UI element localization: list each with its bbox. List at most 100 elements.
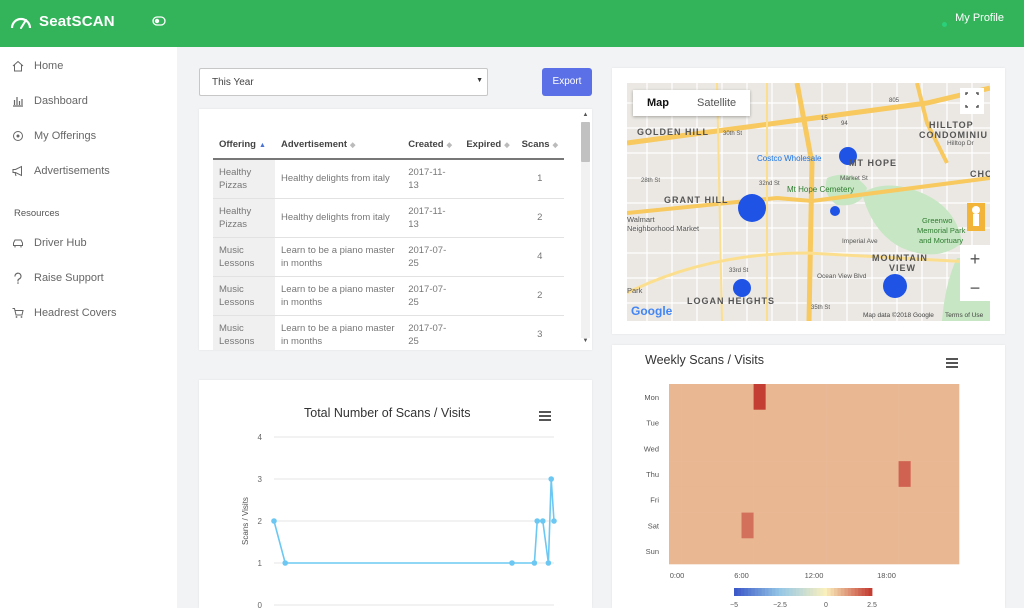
y-tick-label: Thu [646,470,659,479]
heatmap-cell [898,435,911,462]
heatmap-cell [729,435,742,462]
heatmap-cell [898,409,911,436]
heatmap-cell [789,512,803,539]
colorbar-segment [768,588,773,596]
heatmap-cell [814,384,827,411]
heatmap-cell [765,486,779,513]
data-point [534,518,540,524]
sidebar-toggle-icon[interactable] [152,16,166,26]
heatmap-cell [669,486,682,513]
colorbar-tick-label: 0 [824,602,828,608]
heatmap-cell [753,435,766,462]
heatmap-cell [838,409,851,436]
heatmap-cell [838,384,851,411]
colorbar-segment [740,588,745,596]
column-header-scans[interactable]: Scans ◆ [515,131,564,160]
colorbar-segment [806,588,811,596]
car-icon [13,239,23,248]
profile-link[interactable]: My Profile [955,12,1004,24]
colorbar-segment [847,588,852,596]
heatmap-cell [717,409,730,436]
fullscreen-button[interactable] [960,88,984,114]
heatmap-cell [801,384,815,411]
scroll-up-arrow-icon[interactable]: ▲ [581,112,590,118]
brand[interactable]: SeatSCAN [10,13,115,30]
zoom-out-button[interactable] [960,273,990,301]
chart-menu-icon[interactable] [946,358,958,368]
data-point [531,560,538,566]
heatmap-cell [681,435,694,462]
heatmap-cell [850,384,863,411]
cell-expired [460,198,516,238]
colorbar-segment [830,588,835,596]
heatmap-cell [826,409,839,436]
cell-offering: Healthy Pizzas [213,159,275,199]
column-header-offering[interactable]: Offering ▲ [213,131,275,160]
sidebar-item-driver-hub[interactable]: Driver Hub [12,235,87,251]
heatmap-cell [705,538,718,565]
sidebar-item-my-offerings[interactable]: My Offerings [12,128,96,144]
sidebar-item-advertisements[interactable]: Advertisements [12,163,110,179]
table-scrollbar-thumb[interactable] [581,122,590,162]
sidebar-item-headrest-covers[interactable]: Headrest Covers [12,305,117,321]
heatmap-cell [910,435,924,462]
heatmap-cell [886,538,899,565]
column-header-advertisement[interactable]: Advertisement ◆ [275,131,403,160]
colorbar-segment [827,588,831,596]
cell-offering: Healthy Pizzas [213,198,275,238]
heatmap-cell [741,512,754,539]
heatmap-cell [801,409,815,436]
colorbar-segment [809,588,814,596]
cell-created: 2017-07-25 [402,237,461,277]
cell-advertisement: Learn to be a piano master in months [275,315,403,350]
data-point [545,560,552,566]
heatmap-cell [753,538,766,565]
table-row[interactable]: Music Lessons Learn to be a piano master… [213,315,564,350]
colorbar-segment [771,588,776,596]
zoom-in-button[interactable] [960,245,990,273]
data-point [551,518,557,524]
period-select[interactable]: This Year ▼ [199,68,488,96]
map-type-control: Map Satellite [633,90,751,116]
heatmap-cell [862,384,875,411]
heatmap-cell [801,486,815,513]
heatmap-cell [874,384,887,411]
heatmap-cell [777,461,791,488]
table-row[interactable]: Healthy Pizzas Healthy delights from ita… [213,159,564,199]
table-row[interactable]: Healthy Pizzas Healthy delights from ita… [213,198,564,238]
heatmap-cell [729,384,742,411]
scroll-down-arrow-icon[interactable]: ▼ [581,338,590,344]
heatmap-cell [765,512,779,539]
map-view[interactable]: + − GOLDEN HILL HILLTOP CONDOMINIU MT HO… [627,83,990,321]
heatmap-cell [801,512,815,539]
table-row[interactable]: Music Lessons Learn to be a piano master… [213,237,564,277]
column-header-created[interactable]: Created ◆ [402,131,461,160]
heatmap-cell [669,409,682,436]
heatmap-cell [838,538,851,565]
app-name: SeatSCAN [39,13,115,30]
cell-advertisement: Learn to be a piano master in months [275,276,403,316]
sidebar-item-dashboard[interactable]: Dashboard [12,93,88,109]
colorbar-segment [868,588,873,596]
sort-icon: ◆ [446,142,452,149]
heatmap-cell [850,435,863,462]
column-header-expired[interactable]: Expired ◆ [460,131,516,160]
export-button[interactable]: Export [542,68,592,96]
map-tab-satellite[interactable]: Satellite [683,90,750,116]
heatmap-cell [693,461,706,488]
sidebar-item-label: My Offerings [34,130,97,142]
heatmap-cell [681,486,694,513]
table-row[interactable]: Music Lessons Learn to be a piano master… [213,276,564,316]
heatmap-cell [741,461,754,488]
chart-menu-icon[interactable] [539,411,551,421]
map-tab-map[interactable]: Map [633,90,683,116]
cell-offering: Music Lessons [213,315,275,350]
heatmap-cell [729,409,742,436]
sidebar-item-home[interactable]: Home [12,58,63,74]
street-view-pegman-icon[interactable] [960,203,978,231]
heatmap-cell [717,538,730,565]
sidebar-item-raise-support[interactable]: Raise Support [12,270,104,286]
heatmap-cell [705,461,718,488]
heatmap-cell [814,435,827,462]
heatmap-cell [814,461,827,488]
